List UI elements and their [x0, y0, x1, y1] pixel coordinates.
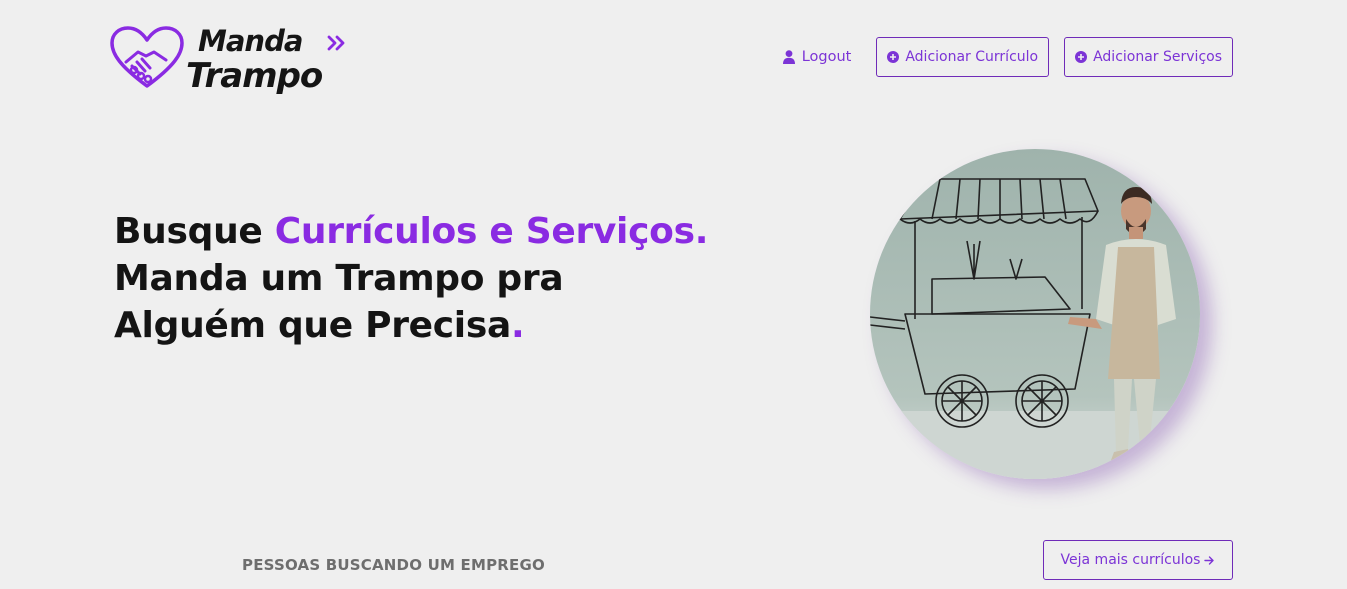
- hero-image: [870, 149, 1200, 479]
- logout-label: Logout: [801, 49, 852, 65]
- top-nav: Logout Adicionar Currículo Adicionar Ser…: [773, 37, 1233, 77]
- brand-line2: Trampo: [186, 56, 323, 96]
- add-services-label: Adicionar Serviços: [1093, 49, 1222, 65]
- plus-circle-icon: [1075, 51, 1088, 63]
- page: Manda Trampo Logout Adicionar Currículo: [0, 0, 1347, 589]
- double-chevron-right-icon: [327, 35, 345, 51]
- add-resume-button[interactable]: Adicionar Currículo: [876, 37, 1050, 77]
- hero-accent-dot: .: [510, 305, 525, 346]
- arrow-right-icon: [1204, 555, 1215, 565]
- hero-text-2: Manda um Trampo pra Alguém que Precisa: [114, 258, 564, 346]
- add-services-button[interactable]: Adicionar Serviços: [1064, 37, 1233, 77]
- hero-text-1: Busque: [114, 211, 275, 252]
- logout-link[interactable]: Logout: [773, 37, 862, 77]
- hero-headline: Busque Currículos e Serviços. Manda um T…: [114, 208, 714, 349]
- see-more-resumes-button[interactable]: Veja mais currículos: [1043, 540, 1233, 580]
- logo[interactable]: Manda Trampo: [110, 24, 355, 98]
- brand-line1: Manda: [198, 24, 303, 58]
- hero-accent-1: Currículos e Serviços.: [274, 211, 709, 252]
- user-icon: [782, 50, 795, 64]
- see-more-label: Veja mais currículos: [1060, 552, 1201, 568]
- ice-cream-vendor-illustration: [870, 149, 1200, 479]
- plus-circle-icon: [887, 51, 900, 63]
- heart-handshake-icon: [110, 26, 184, 88]
- add-resume-label: Adicionar Currículo: [905, 49, 1039, 65]
- section-title: PESSOAS BUSCANDO UM EMPREGO: [242, 556, 545, 574]
